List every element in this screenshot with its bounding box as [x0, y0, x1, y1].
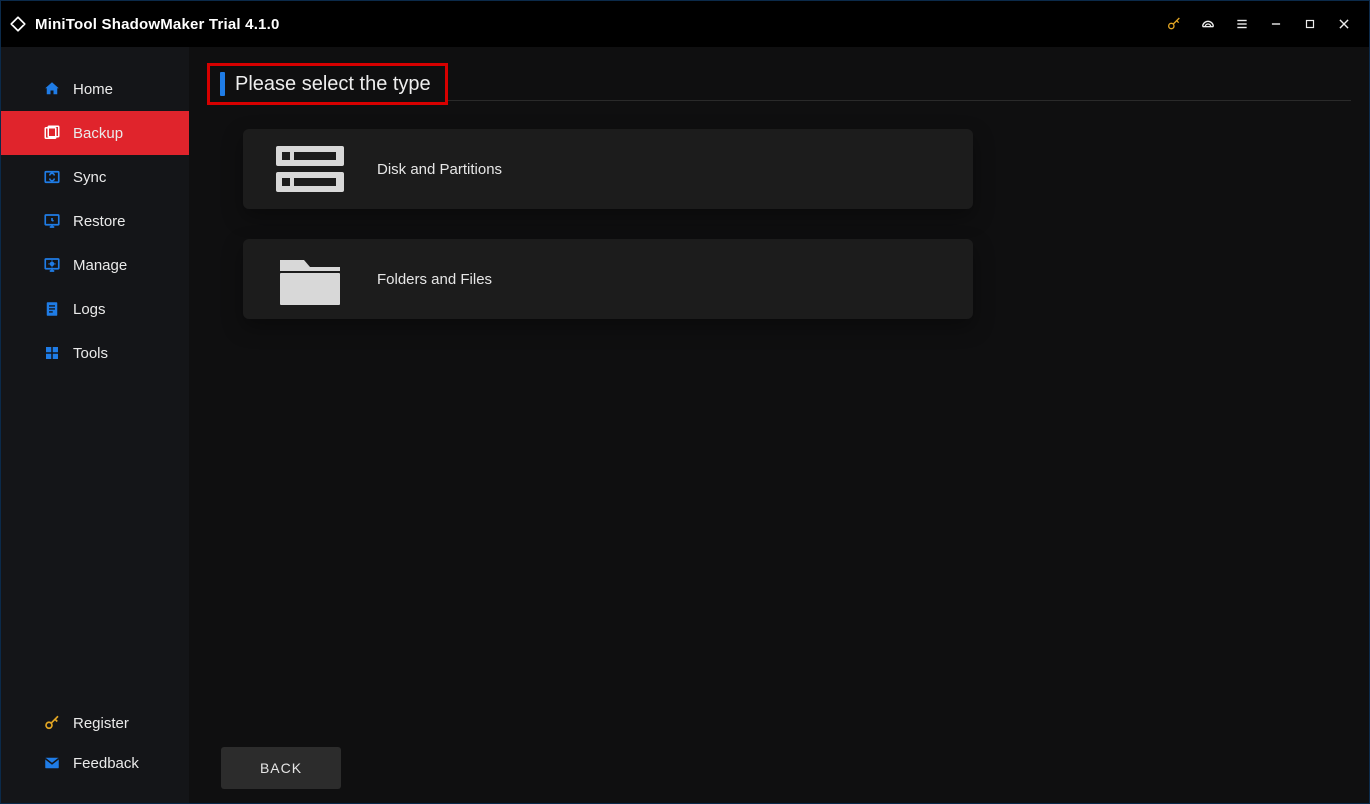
app-logo-icon	[7, 13, 29, 35]
sidebar-feedback[interactable]: Feedback	[1, 743, 189, 783]
sidebar-item-tools[interactable]: Tools	[1, 331, 189, 375]
app-window: MiniTool ShadowMaker Trial 4.1.0	[0, 0, 1370, 804]
folder-files-icon	[275, 250, 345, 308]
sidebar-item-label: Logs	[73, 301, 106, 318]
titlebar-remote-icon[interactable]	[1191, 9, 1225, 39]
app-title: MiniTool ShadowMaker Trial 4.1.0	[35, 16, 280, 33]
minimize-button[interactable]	[1259, 9, 1293, 39]
sidebar-register-label: Register	[73, 715, 129, 732]
back-button[interactable]: BACK	[221, 747, 341, 789]
sidebar-item-logs[interactable]: Logs	[1, 287, 189, 331]
mail-icon	[41, 754, 63, 772]
sidebar-item-label: Manage	[73, 257, 127, 274]
sidebar-item-label: Restore	[73, 213, 126, 230]
sidebar-item-label: Tools	[73, 345, 108, 362]
close-button[interactable]	[1327, 9, 1361, 39]
option-label: Folders and Files	[377, 271, 492, 288]
titlebar: MiniTool ShadowMaker Trial 4.1.0	[1, 1, 1369, 47]
backup-icon	[41, 124, 63, 142]
titlebar-menu-icon[interactable]	[1225, 9, 1259, 39]
heading-accent-bar	[220, 72, 225, 96]
logs-icon	[41, 300, 63, 318]
heading-underline	[448, 100, 1351, 101]
sidebar-item-label: Home	[73, 81, 113, 98]
sidebar-item-label: Backup	[73, 125, 123, 142]
restore-icon	[41, 212, 63, 230]
home-icon	[41, 80, 63, 98]
option-folders-and-files[interactable]: Folders and Files	[243, 239, 973, 319]
maximize-button[interactable]	[1293, 9, 1327, 39]
disk-partitions-icon	[275, 142, 345, 196]
sidebar-register[interactable]: Register	[1, 703, 189, 743]
heading-row: Please select the type	[207, 65, 1351, 105]
manage-icon	[41, 256, 63, 274]
tools-icon	[41, 344, 63, 362]
sidebar-bottom: Register Feedback	[1, 703, 189, 803]
option-disk-and-partitions[interactable]: Disk and Partitions	[243, 129, 973, 209]
app-body: Home Backup Sync Restore	[1, 47, 1369, 803]
sidebar: Home Backup Sync Restore	[1, 47, 189, 803]
main-content: Please select the type	[189, 47, 1369, 803]
sidebar-item-backup[interactable]: Backup	[1, 111, 189, 155]
page-heading: Please select the type	[235, 73, 431, 96]
titlebar-register-icon[interactable]	[1157, 9, 1191, 39]
back-button-label: BACK	[260, 760, 302, 776]
sidebar-feedback-label: Feedback	[73, 755, 139, 772]
option-label: Disk and Partitions	[377, 161, 502, 178]
heading-highlight: Please select the type	[207, 63, 448, 105]
sync-icon	[41, 168, 63, 186]
sidebar-item-home[interactable]: Home	[1, 67, 189, 111]
sidebar-item-restore[interactable]: Restore	[1, 199, 189, 243]
key-icon	[41, 714, 63, 732]
sidebar-item-sync[interactable]: Sync	[1, 155, 189, 199]
footer-buttons: BACK	[207, 747, 1351, 789]
sidebar-item-label: Sync	[73, 169, 106, 186]
type-options: Disk and Partitions Folders and Files	[243, 129, 1351, 319]
sidebar-item-manage[interactable]: Manage	[1, 243, 189, 287]
